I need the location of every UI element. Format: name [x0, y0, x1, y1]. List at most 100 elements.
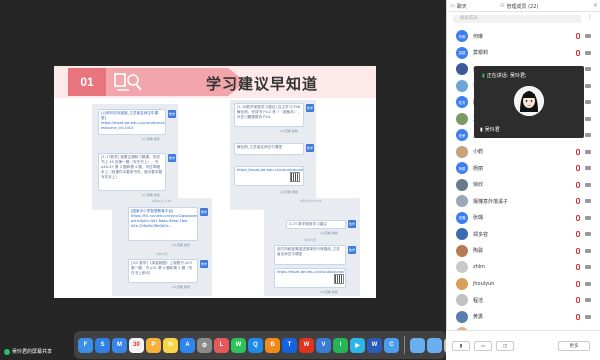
avatar: 数学	[306, 144, 314, 152]
camera-icon[interactable]	[585, 50, 591, 55]
mic-muted-icon[interactable]	[576, 33, 580, 40]
mic-muted-icon[interactable]	[576, 297, 580, 304]
read-status: 2人查看 收到	[172, 285, 190, 289]
mac-dock: F S M 30 P N A ⚙ L W Q B T W Vi ▶ W C	[74, 331, 446, 359]
appstore-icon[interactable]: A	[180, 337, 195, 353]
camera-icon[interactable]	[585, 248, 591, 253]
camera-icon[interactable]	[585, 199, 591, 204]
mic-icon: ▮	[480, 126, 483, 133]
wps-icon[interactable]: W	[299, 337, 314, 353]
mic-muted-icon[interactable]	[576, 198, 580, 205]
camera-icon[interactable]	[585, 149, 591, 154]
downloads-icon[interactable]	[427, 337, 442, 353]
mic-muted-icon[interactable]	[576, 181, 580, 188]
timestamp: 2月22日	[156, 252, 168, 256]
member-row[interactable]: 陶骏	[447, 243, 600, 260]
member-row[interactable]: 檀槐意外落溪子	[447, 193, 600, 210]
chat-screenshot: 数学 [公网可访问链接_江苏省名师空中课堂] https://mszd.jse.…	[92, 104, 178, 210]
mic-muted-icon[interactable]	[576, 214, 580, 221]
read-status: 2人查看 收到	[172, 243, 190, 247]
members-panel: ▭ 聊天 ⚇ 管理成员 (22) × ⚲ 搜索成员 ⋮ 何琳何琳莫银莫银莉郝启禾…	[446, 0, 600, 360]
member-row[interactable]: 郑多容	[447, 226, 600, 243]
camera-icon[interactable]	[585, 265, 591, 270]
books-icon[interactable]: B	[265, 337, 280, 353]
member-row[interactable]: 莫银 莫银莉	[447, 45, 600, 62]
member-search-input[interactable]: 搜索成员	[453, 15, 581, 23]
chat-message: 用方向和距离描述简单的行驶路线_江苏省名师空中课堂	[274, 245, 346, 265]
more-icon[interactable]: ⋮	[587, 14, 593, 21]
member-row[interactable]: 程洁	[447, 292, 600, 309]
avatar: 数学	[200, 208, 208, 216]
member-row[interactable]: 何琳 何琳	[447, 28, 600, 45]
folder-icon[interactable]	[410, 337, 425, 353]
photos-icon[interactable]: P	[146, 337, 161, 353]
camera-icon[interactable]	[585, 83, 591, 88]
mic-muted-icon[interactable]	[576, 264, 580, 271]
close-icon[interactable]: ×	[593, 2, 598, 9]
member-row[interactable]: 小鹤	[447, 144, 600, 161]
tencent-meeting-icon[interactable]: T	[282, 337, 297, 353]
chat-screenshot: 数学 [1-18数学家庭学习建议] 自主学习 P46 解比例，完成书 P4.2 …	[230, 100, 316, 210]
safari-icon[interactable]: S	[95, 337, 110, 353]
mic-muted-icon[interactable]	[576, 231, 580, 238]
mic-muted-icon[interactable]	[576, 165, 580, 172]
qq-icon[interactable]: Q	[248, 337, 263, 353]
member-avatar	[456, 294, 468, 307]
cloud-icon[interactable]: C	[384, 337, 399, 353]
camera-icon[interactable]	[585, 215, 591, 220]
lock-button[interactable]: ◫	[496, 341, 514, 351]
member-row[interactable]: 黄勇	[447, 309, 600, 326]
iqiyi-icon[interactable]: i	[333, 337, 348, 353]
mute-all-button[interactable]: ▮	[452, 341, 470, 351]
avatar: 数学	[168, 110, 176, 118]
camera-all-button[interactable]: ▭	[474, 341, 492, 351]
read-status: 2人查看 收到	[320, 290, 338, 294]
camera-icon[interactable]	[585, 100, 591, 105]
member-avatar	[456, 228, 468, 241]
camera-icon[interactable]	[585, 182, 591, 187]
player-icon[interactable]: ▶	[350, 337, 365, 353]
chat-screenshot: 3月25日 13:34 数学 3.25 数学家庭学习建议 2人查看 收到 3月2…	[264, 198, 360, 296]
camera-icon[interactable]	[585, 133, 591, 138]
member-row[interactable]: 张璐 张璐	[447, 210, 600, 227]
camera-icon[interactable]	[585, 232, 591, 237]
camera-icon[interactable]	[585, 34, 591, 39]
calendar-icon[interactable]: 30	[129, 337, 144, 353]
chat-message: [1-17数学] 观看正课和习题课，完成书上 45 页第一题（写在书上），书 p…	[98, 153, 166, 191]
more-button[interactable]: 更多	[558, 341, 590, 351]
screen-share-label: 吴玲君的屏幕共享	[4, 348, 52, 355]
read-status: 2人查看 收到	[142, 193, 160, 197]
settings-icon[interactable]: ⚙	[197, 337, 212, 353]
slide-number: 01	[68, 68, 106, 96]
camera-icon[interactable]	[585, 281, 591, 286]
mic-muted-icon[interactable]	[576, 247, 580, 254]
mic-muted-icon[interactable]	[576, 313, 580, 320]
mic-muted-icon[interactable]	[576, 49, 580, 56]
mic-muted-icon[interactable]	[576, 148, 580, 155]
member-name: 莫银莉	[473, 50, 489, 57]
qr-code-icon	[290, 172, 300, 182]
mail-icon[interactable]: M	[112, 337, 127, 353]
tab-members[interactable]: ⚇ 管理成员 (22)	[497, 0, 589, 12]
camera-icon[interactable]	[585, 67, 591, 72]
member-avatar	[456, 195, 468, 208]
notes-icon[interactable]: N	[163, 337, 178, 353]
camera-icon[interactable]	[585, 298, 591, 303]
member-name: 郑多容	[473, 231, 489, 238]
member-row[interactable]: jhoulyun	[447, 276, 600, 293]
read-status: 2人查看 收到	[280, 190, 298, 194]
finder-icon[interactable]: F	[78, 337, 93, 353]
member-row[interactable]: 杨丽 杨丽	[447, 160, 600, 177]
launchpad-icon[interactable]: L	[214, 337, 229, 353]
camera-icon[interactable]	[585, 166, 591, 171]
word-icon[interactable]: W	[367, 337, 382, 353]
video-icon[interactable]: V	[316, 337, 331, 353]
camera-icon[interactable]	[585, 116, 591, 121]
mic-muted-icon[interactable]	[576, 280, 580, 287]
tab-chat[interactable]: ▭ 聊天	[447, 0, 497, 12]
member-row[interactable]: 徐欣	[447, 177, 600, 194]
read-status: 2人查看 收到	[280, 129, 298, 133]
camera-icon[interactable]	[585, 314, 591, 319]
wechat-icon[interactable]: W	[231, 337, 246, 353]
member-row[interactable]: zhlm	[447, 259, 600, 276]
